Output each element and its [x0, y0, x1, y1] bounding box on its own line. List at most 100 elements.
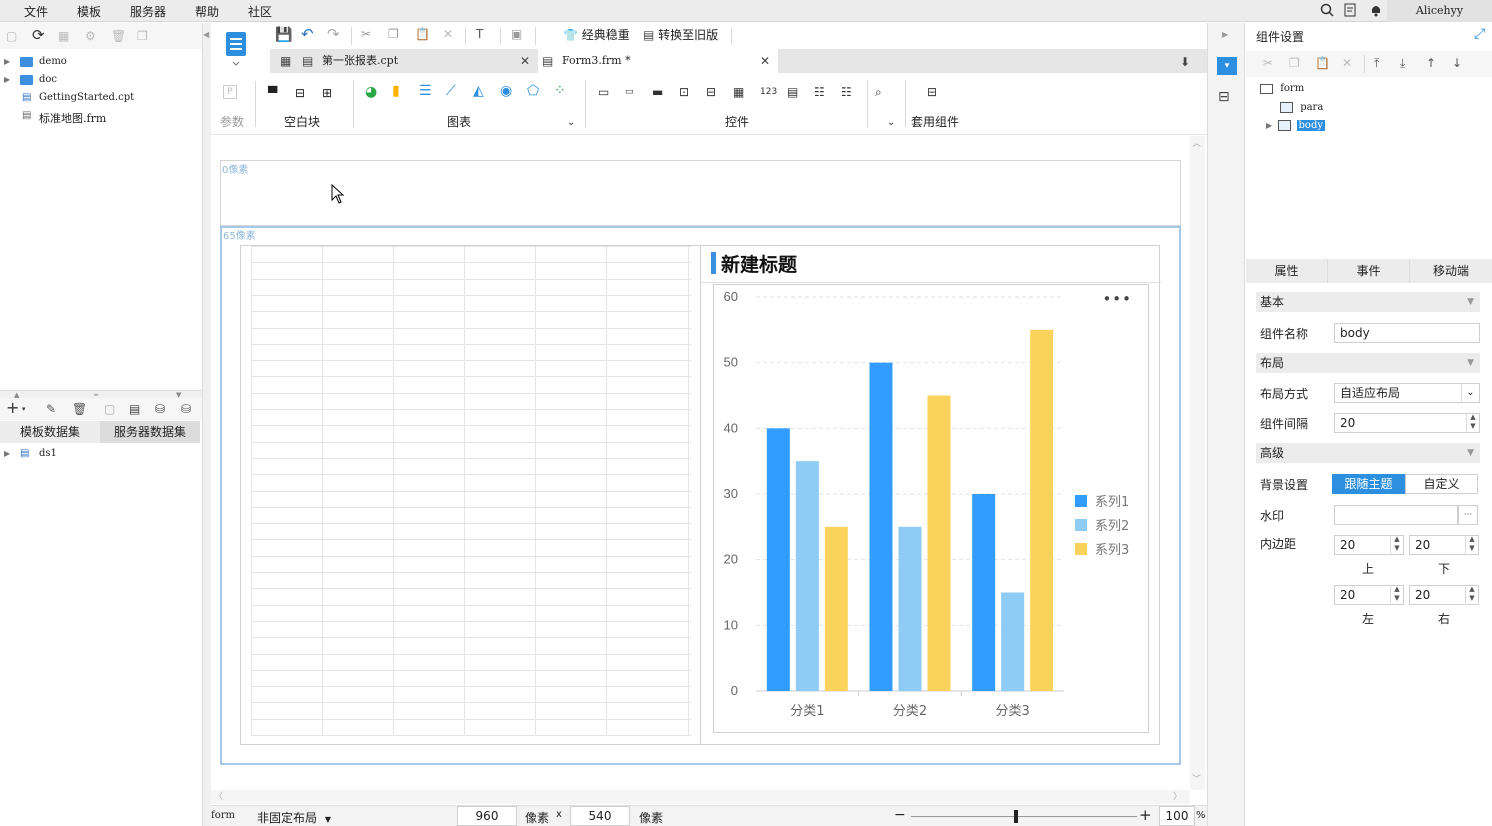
query-widget-icon[interactable]: ⌕ — [875, 84, 882, 100]
section-advanced[interactable]: 高级 ▼ — [1256, 443, 1480, 463]
theme-classic-button[interactable]: 👕 经典稳重 — [563, 26, 630, 43]
search-icon[interactable] — [1320, 3, 1334, 21]
calendar-widget-icon[interactable]: ▦ — [733, 84, 744, 100]
watermark-more-button[interactable]: ··· — [1458, 505, 1478, 525]
component-settings-toggle[interactable]: ▾ — [1217, 57, 1237, 75]
zoom-input[interactable]: 100 — [1159, 806, 1195, 826]
left-splitter[interactable]: ◀ — [202, 23, 211, 826]
section-layout[interactable]: 布局 ▼ — [1256, 353, 1480, 373]
canvas-width-input[interactable]: 960 — [457, 806, 517, 826]
chevron-down-icon[interactable]: ▾ — [22, 401, 26, 417]
tree-item-demo[interactable]: ▶ demo — [4, 54, 194, 70]
chevron-down-icon[interactable]: ⌄ — [567, 115, 575, 131]
padding-right-stepper[interactable]: 20 ▲ ▼ — [1409, 585, 1479, 605]
expand-icon[interactable]: ▶ — [4, 72, 10, 88]
spinner-icon[interactable]: ▲ ▼ — [1390, 585, 1403, 605]
area-chart-icon[interactable]: ◭ — [473, 83, 484, 99]
collapse-right-icon[interactable]: ▶ — [1222, 27, 1228, 43]
spinner-icon[interactable]: ▲ ▼ — [1466, 413, 1479, 433]
close-icon[interactable]: ✕ — [760, 53, 770, 69]
tab-form3[interactable]: ▤ Form3.frm * ✕ — [538, 49, 778, 73]
radar-chart-icon[interactable]: ⬠ — [527, 83, 539, 99]
copy-icon[interactable]: ❐ — [1289, 55, 1300, 71]
refresh-icon[interactable]: ⟳ — [32, 27, 45, 43]
tree-node-para[interactable]: para — [1280, 102, 1323, 113]
move-down-icon[interactable]: ↓ — [1452, 55, 1462, 71]
edit-note-icon[interactable] — [1344, 3, 1358, 21]
tree-node-form[interactable]: form — [1260, 83, 1304, 94]
user-name[interactable]: Alicehyy — [1387, 0, 1492, 22]
tab-events[interactable]: 事件 — [1328, 259, 1410, 283]
move-top-icon[interactable]: ⤒ — [1374, 55, 1379, 71]
gauge-chart-icon[interactable]: ◉ — [500, 83, 512, 99]
collapse-left-icon[interactable]: ◀ — [203, 27, 209, 43]
paste-icon[interactable]: 📋 — [1315, 55, 1330, 71]
menu-server[interactable]: 服务器 — [130, 3, 166, 20]
zoom-slider-handle[interactable] — [1014, 810, 1018, 823]
settings-icon[interactable]: ⚙ — [85, 28, 96, 44]
table-block-icon[interactable]: ⊞ — [322, 85, 332, 101]
cut-icon[interactable]: ✂ — [1263, 55, 1273, 71]
reuse-panel-icon[interactable]: ⊟ — [1218, 89, 1230, 105]
scroll-left-icon[interactable]: 〈 — [214, 789, 223, 805]
bg-follow-theme-button[interactable]: 跟随主题 — [1332, 474, 1405, 494]
scroll-down-icon[interactable]: ﹀ — [1192, 772, 1201, 788]
split-block-icon[interactable]: ⊟ — [295, 85, 305, 101]
tab-mobile[interactable]: 移动端 — [1410, 259, 1492, 283]
param-panel[interactable]: 0像素 — [220, 160, 1181, 226]
add-icon[interactable]: + — [6, 400, 19, 416]
trash-icon[interactable]: 🗑 — [72, 401, 87, 417]
horizontal-bar-icon[interactable]: ☰ — [419, 83, 432, 99]
undo-icon[interactable]: ↶ — [301, 26, 314, 42]
more-options-icon[interactable]: ••• — [1102, 290, 1132, 308]
line-chart-icon[interactable]: ⟋ — [446, 83, 456, 99]
template-type-icon[interactable] — [222, 30, 250, 68]
absolute-block-icon[interactable]: ▀ — [268, 85, 277, 101]
gap-stepper[interactable]: 20 ▲ ▼ — [1334, 413, 1480, 433]
pin-icon[interactable]: ⤢ — [1474, 26, 1485, 42]
redo-icon[interactable]: ↷ — [327, 26, 340, 42]
spinner-icon[interactable]: ▲ ▼ — [1390, 535, 1403, 555]
param-icon[interactable]: P — [223, 85, 237, 99]
paste-icon[interactable]: 📋 — [415, 26, 430, 42]
spinner-icon[interactable]: ▲ ▼ — [1465, 585, 1478, 605]
dropdown-widget-icon[interactable]: ⊡ — [679, 84, 689, 100]
copy-icon[interactable]: ❐ — [137, 28, 148, 44]
clear-icon[interactable]: ✕ — [443, 26, 453, 42]
spinner-icon[interactable]: ▲ ▼ — [1465, 535, 1478, 555]
expand-icon[interactable]: ▶ — [4, 54, 10, 70]
expand-icon[interactable]: ▶ — [1266, 121, 1272, 130]
expand-icon[interactable]: ▶ — [4, 446, 10, 462]
padding-left-stepper[interactable]: 20 ▲ ▼ — [1334, 585, 1404, 605]
reuse-component-icon[interactable]: ⊟ — [927, 84, 937, 100]
label-widget-icon[interactable]: ▭ — [598, 84, 609, 100]
delete-icon[interactable]: 🗑 — [111, 28, 126, 44]
scroll-up-icon[interactable]: ︿ — [1192, 136, 1201, 152]
tree-node-body[interactable]: ▶ body — [1266, 120, 1326, 131]
chart-block[interactable]: 新建标题 ••• 0 10 20 30 40 50 60 分类1 分类2 分类3 系列1 系列2 系列3 — [700, 245, 1161, 745]
dataset-item-ds1[interactable]: ▶ ▤ ds1 — [0, 446, 200, 462]
tab-template-dataset[interactable]: 模板数据集 — [0, 421, 100, 443]
tab-properties[interactable]: 属性 — [1246, 259, 1328, 283]
preview-icon[interactable]: ▢ — [104, 401, 115, 417]
text-format-icon[interactable]: T — [476, 26, 483, 42]
button-widget-icon[interactable]: ▬ — [652, 84, 663, 100]
cut-icon[interactable]: ✂ — [361, 26, 371, 42]
radio-widget-icon[interactable]: ☷ — [814, 84, 825, 100]
tab-first-report[interactable]: ▦ ▤ 第一张报表.cpt ✕ — [274, 49, 536, 73]
bar-chart-icon[interactable]: ▮ — [392, 83, 400, 99]
close-icon[interactable]: ✕ — [520, 53, 530, 69]
number-widget-icon[interactable]: 123 — [760, 84, 777, 100]
date-widget-icon[interactable]: ⊟ — [706, 84, 716, 100]
chevron-down-icon[interactable]: ⌄ — [887, 115, 895, 131]
report-block[interactable] — [240, 245, 701, 745]
zoom-out-icon[interactable]: − — [894, 807, 906, 823]
delete-icon[interactable]: ✕ — [1342, 55, 1352, 71]
copy-icon[interactable]: ❐ — [388, 26, 399, 42]
zoom-in-icon[interactable]: + — [1139, 806, 1152, 824]
database-icon[interactable]: ⛁ — [155, 401, 165, 417]
menu-file[interactable]: 文件 — [24, 3, 48, 20]
scroll-right-icon[interactable]: 〉 — [1173, 789, 1182, 805]
padding-bottom-stepper[interactable]: 20 ▲ ▼ — [1409, 535, 1479, 555]
save-icon[interactable]: 💾 — [275, 27, 292, 43]
